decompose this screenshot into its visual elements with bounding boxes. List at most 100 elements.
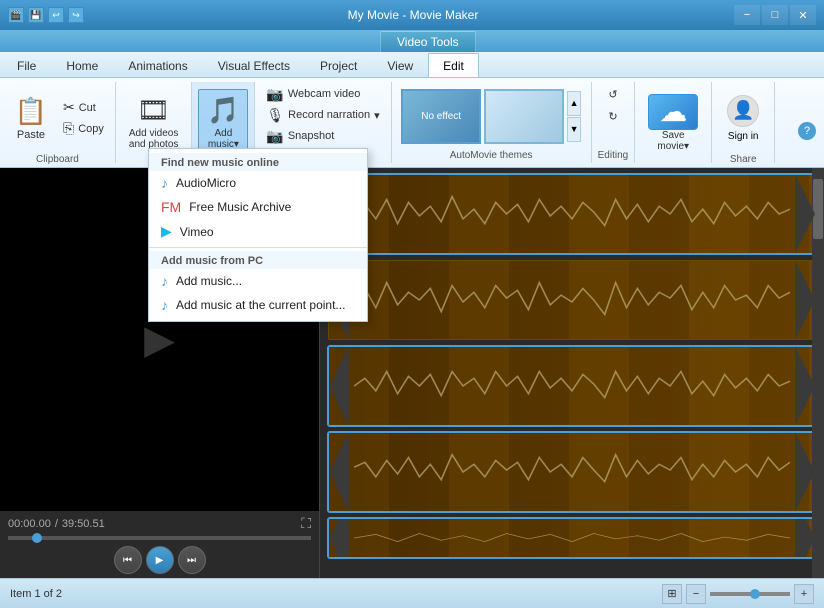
themes-scroll-up[interactable]: ▲ [567,91,581,116]
save-movie-button[interactable]: ☁ Savemovie▾ [641,89,705,157]
status-item-info: Item 1 of 2 [10,588,62,600]
add-videos-button[interactable]: 🎞 Add videosand photos [122,89,186,157]
track-2-arrow-right [795,260,815,340]
rewind-button[interactable]: ⏮ [114,546,142,574]
themes-scroll-down[interactable]: ▼ [567,117,581,142]
add-music-item-label: Add music... [176,274,242,288]
share-content: 👤 Sign in [718,84,768,152]
track-5-arrow-left [329,518,349,558]
video-tools-tab[interactable]: Video Tools [380,31,476,52]
vimeo-item[interactable]: ▶ Vimeo [149,219,367,244]
tab-view[interactable]: View [372,53,428,77]
track-1-waveform [329,175,815,253]
editing-group: ↺ ↻ Editing [592,82,636,163]
close-button[interactable]: ✕ [790,5,816,25]
timeline-area[interactable] [320,168,824,578]
playback-slider[interactable] [8,536,311,540]
track-5-waveform [329,519,815,557]
add-videos-label: Add videosand photos [129,128,179,150]
copy-button[interactable]: ⎘ Copy [58,119,109,139]
transport-controls: ⏮ ▶ ⏭ [8,546,311,574]
save-group: ☁ Savemovie▾ [635,82,712,163]
tab-edit[interactable]: Edit [428,53,479,77]
save-movie-label: Savemovie▾ [657,130,689,152]
title-bar: 🎬 💾 ↩ ↪ My Movie - Movie Maker − □ ✕ [0,0,824,30]
add-music-item[interactable]: ♪ Add music... [149,269,367,293]
tab-animations[interactable]: Animations [113,53,202,77]
audiomicro-item[interactable]: ♪ AudioMicro [149,171,367,195]
title-bar-icons: 🎬 💾 ↩ ↪ [8,7,84,23]
zoom-out-button[interactable]: − [686,584,706,604]
add-music-icon: 🎵 [207,95,239,126]
rotate-left-button[interactable]: ↺ [603,84,622,104]
status-bar: Item 1 of 2 ⊞ − + [0,578,824,608]
add-videos-icon: 🎞 [137,95,170,126]
tab-file[interactable]: File [2,53,51,77]
add-music-at-point-item[interactable]: ♪ Add music at the current point... [149,293,367,317]
webcam-video-button[interactable]: 📷 Record narration Webcam video [261,84,365,104]
zoom-in-button[interactable]: + [794,584,814,604]
fullscreen-button[interactable]: ⛶ [301,515,311,532]
add-music-button[interactable]: 🎵 Addmusic▾ [198,89,248,157]
track-3-arrow-right [795,346,815,426]
snapshot-button[interactable]: 📷 Snapshot [261,126,339,146]
rotate-left-icon: ↺ [608,88,617,101]
current-time: 00:00.00 [8,518,51,530]
snapshot-label: Snapshot [288,130,334,142]
save-movie-icon: ☁ [648,94,698,130]
rotate-right-button[interactable]: ↻ [603,106,622,126]
avatar: 👤 [727,95,759,127]
app-icon: 🎬 [8,7,24,23]
sign-in-button[interactable]: 👤 Sign in [718,84,768,152]
editing-content: ↺ ↻ [603,84,622,148]
microphone-icon: 🎙 [266,107,284,124]
timeline-track-3[interactable] [328,346,816,426]
dropdown-divider [149,247,367,248]
save-content: ☁ Savemovie▾ [641,84,705,161]
window-title: My Movie - Movie Maker [92,8,734,22]
add-music-note-icon: ♪ [161,273,168,289]
timeline-track-4[interactable] [328,432,816,512]
fast-forward-button[interactable]: ⏭ [178,546,206,574]
add-content-btns: 📷 Record narration Webcam video 🎙 Record… [261,84,384,146]
video-placeholder: ▶ [144,317,175,363]
timeline-track-5[interactable] [328,518,816,558]
theme-1[interactable]: No effect [401,89,481,144]
help-button[interactable]: ? [798,122,816,140]
tab-project[interactable]: Project [305,53,372,77]
timeline-track-1[interactable] [328,174,816,254]
paste-button[interactable]: 📋 Paste [6,84,56,152]
fma-item[interactable]: FM Free Music Archive [149,195,367,219]
status-bar-right: ⊞ − + [662,584,814,604]
time-display: 00:00.00 / 39:50.51 ⛶ [8,515,311,532]
quick-access-undo[interactable]: ↩ [48,7,64,23]
play-button[interactable]: ▶ [146,546,174,574]
copy-icon: ⎘ [63,120,74,137]
cut-button[interactable]: ✂ Cut [58,98,109,118]
maximize-button[interactable]: □ [762,5,788,25]
cut-copy-col: ✂ Cut ⎘ Copy [58,98,109,139]
clipboard-group: 📋 Paste ✂ Cut ⎘ Copy Clipboard [0,82,116,163]
theme-2[interactable] [484,89,564,144]
minimize-button[interactable]: − [734,5,760,25]
themes-content: No effect ▲ ▼ [401,84,581,148]
tab-visual-effects[interactable]: Visual Effects [203,53,305,77]
title-controls: − □ ✕ [734,5,816,25]
ribbon-tabs: File Home Animations Visual Effects Proj… [0,52,824,78]
timeline-track-2[interactable] [328,260,816,340]
automovie-group: No effect ▲ ▼ AutoMovie themes [392,82,592,163]
quick-access-save[interactable]: 💾 [28,7,44,23]
quick-access-redo[interactable]: ↪ [68,7,84,23]
tab-home[interactable]: Home [51,53,113,77]
status-icon-1[interactable]: ⊞ [662,584,682,604]
add-music-at-point-label: Add music at the current point... [176,298,345,312]
track-4-arrow-left [329,432,349,512]
webcam-icon: 📷 [266,86,283,103]
add-from-pc-label: Add music from PC [149,251,367,269]
paste-label: Paste [17,129,45,141]
sign-in-label: Sign in [728,131,759,142]
paste-icon: 📋 [15,96,47,127]
zoom-slider[interactable] [710,592,790,596]
share-label: Share [730,154,757,165]
record-narration-button[interactable]: 🎙 Record narration ▾ [261,105,384,125]
